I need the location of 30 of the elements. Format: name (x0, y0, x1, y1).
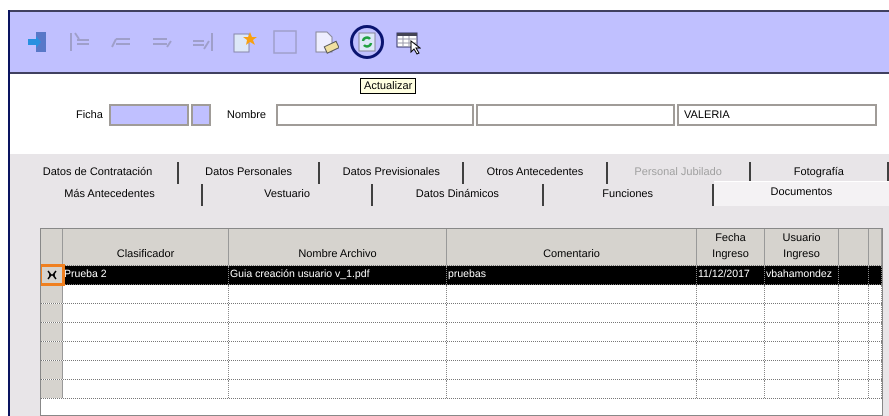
tab[interactable]: Funciones (544, 184, 714, 206)
column-header: Nombre Archivo (229, 229, 447, 265)
field-label: Nombre (226, 109, 266, 121)
field-label: Ficha (76, 109, 103, 121)
table-cell: 11/12/2017 (697, 266, 765, 284)
input-field[interactable] (190, 104, 211, 126)
tooltip: Actualizar (360, 78, 416, 94)
row-marker[interactable] (41, 323, 63, 341)
input-field[interactable] (108, 104, 189, 126)
row-marker[interactable] (41, 304, 63, 322)
column-header: Usuario Ingreso (765, 229, 839, 265)
input-field[interactable]: VALERIA (677, 104, 878, 126)
edit-marker-icon (46, 270, 56, 280)
row-marker[interactable] (41, 285, 63, 303)
eraser-icon (313, 29, 339, 55)
row-marker[interactable] (41, 361, 63, 379)
table-cell: Prueba 2 (63, 266, 229, 284)
table-cell: pruebas (447, 266, 697, 284)
tab[interactable]: Documentos (714, 181, 889, 206)
table-cell: vbahamondez (765, 266, 839, 284)
row-marker[interactable] (41, 266, 63, 284)
table-cell: Guia creación usuario v_1.pdf (229, 266, 447, 284)
row-marker[interactable] (41, 342, 63, 360)
blank-square-icon (272, 29, 298, 55)
input-field[interactable] (276, 104, 474, 126)
column-header: Comentario (447, 229, 697, 265)
row-marker[interactable] (41, 380, 63, 398)
column-header: Fecha Ingreso (697, 229, 765, 265)
input-field[interactable] (476, 104, 676, 126)
toolbar-button[interactable] (350, 25, 384, 59)
